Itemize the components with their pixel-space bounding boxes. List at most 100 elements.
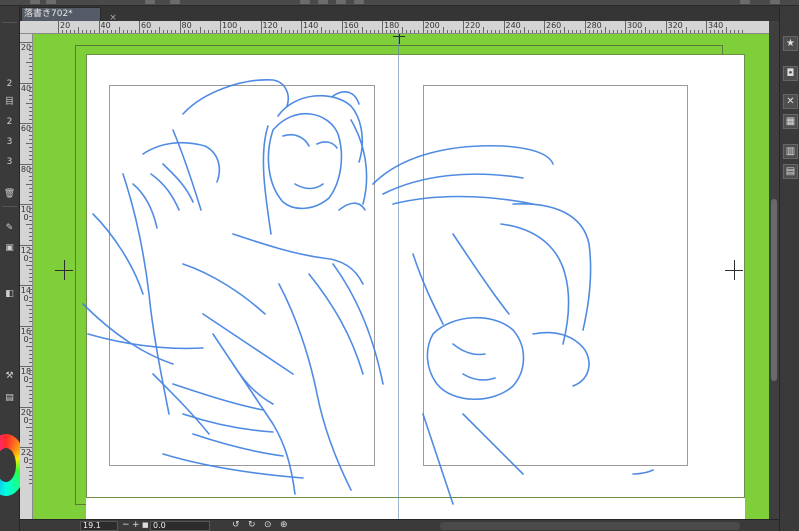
ruler-minor-tick <box>410 30 412 33</box>
ruler-label: 60 <box>141 21 152 30</box>
toolbar-icon[interactable] <box>46 0 56 4</box>
ruler-minor-tick <box>685 27 687 33</box>
ruler-minor-tick <box>726 27 728 33</box>
toolbar-icon[interactable] <box>170 0 180 4</box>
zoom-field[interactable]: 19.1 <box>80 521 118 531</box>
tool-icon[interactable]: ▤ <box>1 392 18 404</box>
ruler-minor-tick <box>600 30 602 33</box>
ruler-minor-tick <box>94 30 96 33</box>
vertical-scrollbar[interactable] <box>769 21 779 519</box>
left-tool-panel: 2 目 2 3 3 🗑 ✎ ▣ ◧ ⚒ ▤ <box>0 6 26 531</box>
toolbar-icon[interactable] <box>336 0 346 4</box>
rotation-field[interactable]: 0.0 <box>150 521 210 531</box>
ruler-minor-tick <box>535 30 537 33</box>
ruler-minor-tick <box>564 27 566 33</box>
ruler-minor-tick <box>369 30 371 33</box>
ruler-minor-tick <box>26 426 32 428</box>
tool-item[interactable]: 2 <box>1 78 18 90</box>
ruler-minor-tick <box>394 30 396 33</box>
ruler-tick <box>706 21 707 33</box>
ruler-minor-tick <box>252 30 254 33</box>
document-tab[interactable]: 落書き702* <box>21 7 101 21</box>
sketch-layer[interactable] <box>33 34 769 519</box>
tool-item[interactable]: 目 <box>1 96 18 108</box>
ruler-minor-tick <box>641 30 643 33</box>
ruler-minor-tick <box>29 280 32 282</box>
ruler-minor-tick <box>29 382 32 384</box>
toolbar-icon[interactable] <box>145 0 155 4</box>
tool-item[interactable]: 2 <box>1 116 18 128</box>
ruler-minor-tick <box>102 30 104 33</box>
ruler-minor-tick <box>29 410 32 412</box>
ruler-minor-tick <box>29 414 32 416</box>
ruler-minor-tick <box>499 30 501 33</box>
ruler-minor-tick <box>29 321 32 323</box>
toolbar-icon[interactable] <box>318 0 328 4</box>
ruler-minor-tick <box>29 418 32 420</box>
ruler-minor-tick <box>487 30 489 33</box>
tool-icon[interactable]: ◧ <box>1 288 18 300</box>
scroll-thumb[interactable] <box>771 199 777 381</box>
rotate-right-icon[interactable]: ↻ <box>248 520 256 531</box>
pen-icon[interactable]: ✎ <box>1 222 18 234</box>
ruler-minor-tick <box>26 183 32 185</box>
ruler-minor-tick <box>29 50 32 52</box>
tool-item[interactable]: 3 <box>1 136 18 148</box>
ruler-minor-tick <box>653 30 655 33</box>
ruler-tick <box>341 21 343 33</box>
layers-icon[interactable]: ▥ <box>783 144 798 159</box>
ruler-minor-tick <box>29 353 32 355</box>
ruler-minor-tick <box>106 30 108 33</box>
ruler-minor-tick <box>29 333 32 335</box>
canvas-area[interactable] <box>33 34 769 531</box>
ruler-minor-tick <box>268 30 270 33</box>
document-icon[interactable]: ▤ <box>783 164 798 179</box>
toolbar-icon[interactable] <box>30 0 40 4</box>
ruler-minor-tick <box>82 30 84 33</box>
ruler-minor-tick <box>26 386 32 388</box>
ruler-minor-tick <box>552 30 554 33</box>
toolbar-icon[interactable] <box>300 0 310 4</box>
wrench-icon[interactable]: ⚒ <box>1 370 18 382</box>
toolbar-icon[interactable] <box>770 0 780 4</box>
camera-icon[interactable]: ◘ <box>783 66 798 81</box>
grid-icon[interactable]: ▦ <box>783 114 798 129</box>
ruler-minor-tick <box>373 30 375 33</box>
ruler-minor-tick <box>29 459 32 461</box>
reset-rotation-icon[interactable]: ⊙ <box>264 520 272 531</box>
right-command-panel: ★ ◘ ✕ ▦ ▥ ▤ <box>779 6 799 531</box>
trash-icon[interactable]: 🗑 <box>1 188 18 200</box>
ruler-minor-tick <box>29 212 32 214</box>
star-icon[interactable]: ★ <box>783 36 798 51</box>
toolbar-icon[interactable] <box>740 0 750 4</box>
ruler-minor-tick <box>345 30 347 33</box>
ruler-minor-tick <box>90 30 92 33</box>
close-x-icon[interactable]: ✕ <box>783 94 798 109</box>
toolbar-icon[interactable] <box>354 0 364 4</box>
ruler-minor-tick <box>29 232 32 234</box>
horizontal-ruler: 20 40 60 80 100 120 140 160 180 200 220 240 260 280 30… <box>20 21 769 34</box>
ruler-minor-tick <box>296 30 298 33</box>
ruler-minor-tick <box>171 30 173 33</box>
tool-item[interactable]: 3 <box>1 156 18 168</box>
ruler-minor-tick <box>26 305 32 307</box>
ruler-minor-tick <box>29 118 32 120</box>
zoom-in-button[interactable]: + <box>132 520 140 531</box>
lock-icon[interactable]: ▣ <box>1 242 18 254</box>
zoom-out-button[interactable]: − <box>122 520 130 531</box>
ruler-minor-tick <box>438 30 440 33</box>
stop-icon[interactable]: ■ <box>142 520 149 531</box>
ruler-minor-tick <box>29 374 32 376</box>
ruler-minor-tick <box>29 195 32 197</box>
ruler-minor-tick <box>29 90 32 92</box>
ruler-minor-tick <box>29 78 32 80</box>
vertical-ruler: 20 40 60 80 100 120 140 160 180 200 220 <box>20 34 33 519</box>
ruler-minor-tick <box>134 30 136 33</box>
ruler-minor-tick <box>143 30 145 33</box>
ruler-minor-tick <box>29 175 32 177</box>
horizontal-scrollbar[interactable] <box>440 522 740 530</box>
ruler-minor-tick <box>272 30 274 33</box>
flip-icon[interactable]: ⊕ <box>280 520 288 531</box>
ruler-minor-tick <box>738 30 740 33</box>
rotate-left-icon[interactable]: ↺ <box>232 520 240 531</box>
